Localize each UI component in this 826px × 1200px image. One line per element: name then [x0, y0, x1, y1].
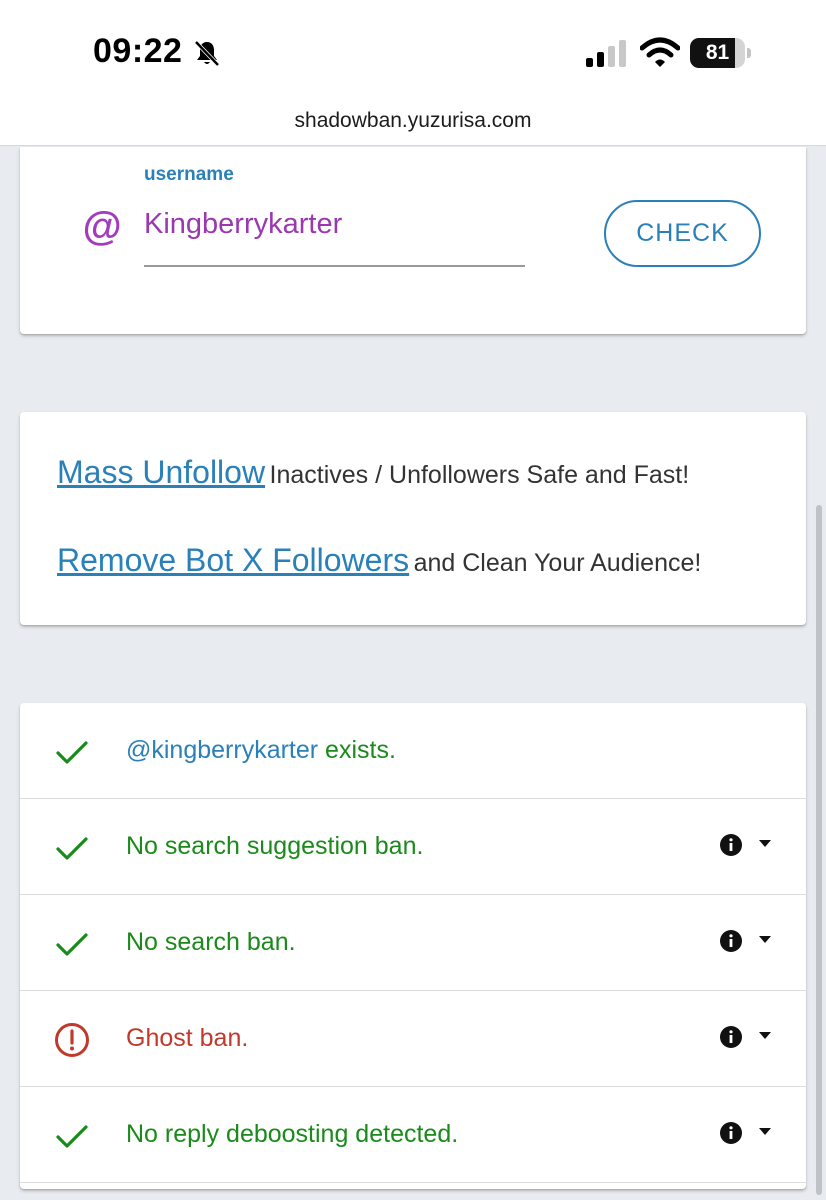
info-icon[interactable] [719, 833, 743, 857]
check-icon [56, 837, 88, 860]
username-handle: @kingberrykarter [126, 736, 319, 764]
scrollbar[interactable] [816, 505, 822, 1195]
promo-line-mass-unfollow: Mass Unfollow Inactives / Unfollowers Sa… [57, 454, 689, 491]
info-icon[interactable] [719, 1121, 743, 1145]
result-text: No reply deboosting detected. [126, 1120, 459, 1148]
promo-text: Inactives / Unfollowers Safe and Fast! [269, 461, 690, 489]
username-label: username [144, 164, 234, 185]
chevron-down-icon[interactable] [759, 936, 771, 944]
info-icon[interactable] [719, 929, 743, 953]
remove-bot-followers-link[interactable]: Remove Bot X Followers [57, 542, 409, 578]
battery-icon: 81 [690, 38, 752, 68]
result-text: No search suggestion ban. [126, 832, 424, 860]
username-search-card: @ username CHECK [20, 147, 806, 334]
bell-slash-icon [194, 40, 220, 67]
result-row-search-ban[interactable]: No search ban. [20, 895, 806, 991]
result-text: Ghost ban. [126, 1024, 249, 1052]
info-icon[interactable] [719, 1025, 743, 1049]
username-input[interactable] [144, 205, 525, 267]
chevron-down-icon[interactable] [759, 840, 771, 848]
result-text: @kingberrykarter exists. [126, 736, 396, 764]
battery-level: 81 [705, 41, 730, 64]
result-row-ghost-ban[interactable]: Ghost ban. [20, 991, 806, 1087]
check-icon [56, 741, 88, 764]
result-row-exists: @kingberrykarter exists. [20, 703, 806, 799]
result-row-search-suggestion-ban[interactable]: No search suggestion ban. [20, 799, 806, 895]
promo-line-remove-bots: Remove Bot X Followers and Clean Your Au… [57, 542, 701, 579]
url-bar[interactable]: shadowban.yuzurisa.com [0, 100, 826, 146]
check-icon [56, 933, 88, 956]
check-icon [56, 1125, 88, 1148]
alert-circle-icon [55, 1023, 89, 1057]
results-card: @kingberrykarter exists. No search sugge… [20, 703, 806, 1189]
at-sign-icon: @ [82, 205, 122, 249]
chevron-down-icon[interactable] [759, 1128, 771, 1136]
promo-card: Mass Unfollow Inactives / Unfollowers Sa… [20, 412, 806, 625]
url-text[interactable]: shadowban.yuzurisa.com [0, 100, 826, 133]
wifi-icon [640, 37, 680, 67]
result-row-reply-deboosting[interactable]: No reply deboosting detected. [20, 1087, 806, 1183]
status-bar: 09:22 81 [0, 0, 826, 100]
promo-text: and Clean Your Audience! [413, 549, 702, 577]
mass-unfollow-link[interactable]: Mass Unfollow [57, 454, 265, 490]
chevron-down-icon[interactable] [759, 1032, 771, 1040]
clock: 09:22 [93, 32, 183, 70]
signal-icon [586, 40, 626, 67]
check-button[interactable]: CHECK [604, 200, 761, 267]
result-text: No search ban. [126, 928, 296, 956]
